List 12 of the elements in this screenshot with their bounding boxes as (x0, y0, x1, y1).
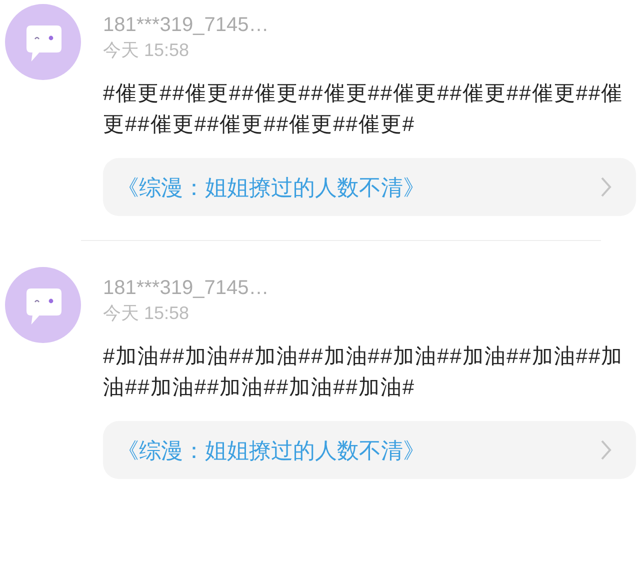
timestamp: 今天 15:58 (103, 39, 190, 62)
book-link-card[interactable]: 《综漫：姐姐撩过的人数不清》 (103, 158, 636, 216)
username: 181***319_7145… (103, 13, 270, 38)
chevron-right-icon (600, 439, 612, 461)
username: 181***319_7145… (103, 276, 270, 301)
avatar-icon (5, 267, 81, 343)
chevron-right-icon (600, 176, 612, 198)
comment-text: #加油##加油##加油##加油##加油##加油##加油##加油##加油##加油##加油##加油# (103, 344, 624, 401)
comment-text: #催更##催更##催更##催更##催更##催更##催更##催更##催更##催更##催更##催更# (103, 81, 624, 138)
avatar-icon (5, 4, 81, 80)
book-link-card[interactable]: 《综漫：姐姐撩过的人数不清》 (103, 421, 636, 479)
timestamp: 今天 15:58 (103, 302, 190, 325)
